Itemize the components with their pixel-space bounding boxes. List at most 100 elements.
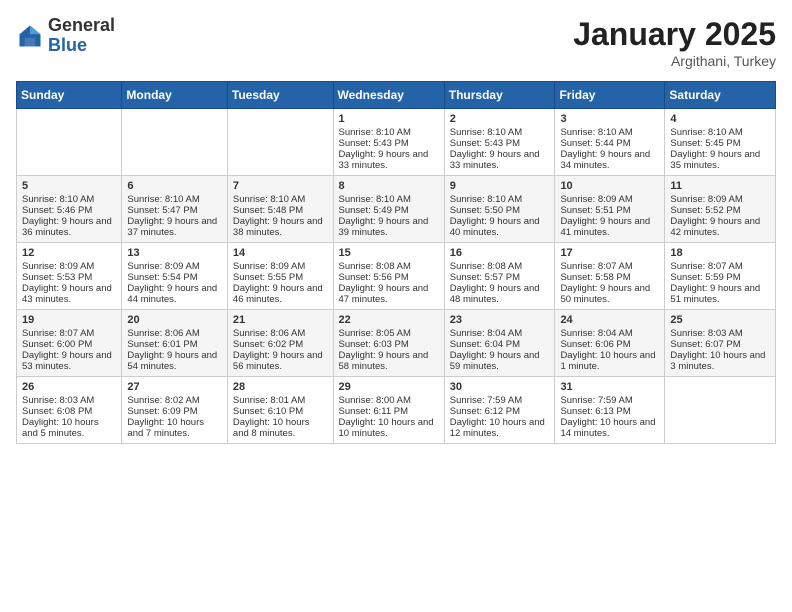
day-content: Sunset: 5:53 PM (22, 272, 116, 283)
day-number: 17 (560, 247, 659, 259)
day-content: Sunset: 6:02 PM (233, 339, 328, 350)
table-row: 27Sunrise: 8:02 AMSunset: 6:09 PMDayligh… (122, 377, 228, 444)
day-number: 25 (670, 314, 770, 326)
day-content: Sunrise: 8:09 AM (670, 194, 770, 205)
day-content: Sunrise: 8:10 AM (450, 127, 550, 138)
day-content: Sunset: 5:56 PM (339, 272, 439, 283)
day-content: Daylight: 9 hours and 42 minutes. (670, 216, 770, 238)
calendar-header-row: Sunday Monday Tuesday Wednesday Thursday… (17, 82, 776, 109)
day-number: 4 (670, 113, 770, 125)
table-row (665, 377, 776, 444)
day-content: Sunset: 5:52 PM (670, 205, 770, 216)
title-block: January 2025 Argithani, Turkey (573, 16, 776, 69)
week-row-5: 26Sunrise: 8:03 AMSunset: 6:08 PMDayligh… (17, 377, 776, 444)
day-content: Daylight: 9 hours and 44 minutes. (127, 283, 222, 305)
table-row: 16Sunrise: 8:08 AMSunset: 5:57 PMDayligh… (444, 243, 555, 310)
calendar-subtitle: Argithani, Turkey (573, 53, 776, 69)
day-content: Sunrise: 7:59 AM (560, 395, 659, 406)
day-content: Daylight: 9 hours and 59 minutes. (450, 350, 550, 372)
table-row: 2 Sunrise: 8:10 AMSunset: 5:43 PMDaylight… (444, 109, 555, 176)
day-number: 24 (560, 314, 659, 326)
day-content: Daylight: 9 hours and 33 minutes. (450, 149, 550, 171)
col-header-monday: Monday (122, 82, 228, 109)
day-content: Sunrise: 8:02 AM (127, 395, 222, 406)
day-content: Daylight: 9 hours and 40 minutes. (450, 216, 550, 238)
day-content: Sunrise: 8:09 AM (127, 261, 222, 272)
day-content: Daylight: 10 hours and 5 minutes. (22, 417, 116, 439)
day-content: Sunrise: 8:10 AM (450, 194, 550, 205)
table-row: 17Sunrise: 8:07 AMSunset: 5:58 PMDayligh… (555, 243, 665, 310)
table-row (227, 109, 333, 176)
day-content: Daylight: 9 hours and 48 minutes. (450, 283, 550, 305)
day-content: Sunset: 6:12 PM (450, 406, 550, 417)
logo-text: General Blue (48, 16, 115, 56)
day-number: 9 (450, 180, 550, 192)
day-number: 7 (233, 180, 328, 192)
day-content: Sunrise: 8:07 AM (22, 328, 116, 339)
day-content: Sunrise: 8:10 AM (339, 127, 439, 138)
day-number: 29 (339, 381, 439, 393)
table-row (122, 109, 228, 176)
day-number: 1 (339, 113, 439, 125)
day-content: Sunset: 6:06 PM (560, 339, 659, 350)
day-content: Sunrise: 8:10 AM (233, 194, 328, 205)
day-content: Daylight: 9 hours and 46 minutes. (233, 283, 328, 305)
day-content: Sunset: 6:00 PM (22, 339, 116, 350)
day-content: Daylight: 9 hours and 58 minutes. (339, 350, 439, 372)
day-content: Sunset: 5:49 PM (339, 205, 439, 216)
day-content: Daylight: 10 hours and 10 minutes. (339, 417, 439, 439)
day-content: Daylight: 9 hours and 33 minutes. (339, 149, 439, 171)
table-row (17, 109, 122, 176)
day-content: Daylight: 9 hours and 50 minutes. (560, 283, 659, 305)
table-row: 19Sunrise: 8:07 AMSunset: 6:00 PMDayligh… (17, 310, 122, 377)
logo: General Blue (16, 16, 115, 56)
calendar-title: January 2025 (573, 16, 776, 53)
day-content: Daylight: 10 hours and 1 minute. (560, 350, 659, 372)
day-content: Daylight: 9 hours and 41 minutes. (560, 216, 659, 238)
day-number: 20 (127, 314, 222, 326)
day-number: 18 (670, 247, 770, 259)
day-content: Daylight: 10 hours and 3 minutes. (670, 350, 770, 372)
day-content: Sunset: 6:13 PM (560, 406, 659, 417)
day-number: 30 (450, 381, 550, 393)
day-content: Daylight: 10 hours and 14 minutes. (560, 417, 659, 439)
day-content: Sunrise: 8:08 AM (450, 261, 550, 272)
day-number: 2 (450, 113, 550, 125)
day-number: 21 (233, 314, 328, 326)
day-content: Sunrise: 8:10 AM (22, 194, 116, 205)
col-header-tuesday: Tuesday (227, 82, 333, 109)
day-content: Sunset: 6:03 PM (339, 339, 439, 350)
day-content: Sunrise: 8:01 AM (233, 395, 328, 406)
day-content: Sunset: 5:57 PM (450, 272, 550, 283)
day-content: Sunrise: 8:09 AM (560, 194, 659, 205)
table-row: 22Sunrise: 8:05 AMSunset: 6:03 PMDayligh… (333, 310, 444, 377)
day-content: Sunrise: 8:10 AM (127, 194, 222, 205)
day-content: Sunset: 6:04 PM (450, 339, 550, 350)
day-content: Sunrise: 7:59 AM (450, 395, 550, 406)
day-content: Sunset: 6:11 PM (339, 406, 439, 417)
col-header-saturday: Saturday (665, 82, 776, 109)
day-content: Sunrise: 8:04 AM (450, 328, 550, 339)
day-content: Sunrise: 8:06 AM (233, 328, 328, 339)
day-number: 10 (560, 180, 659, 192)
col-header-sunday: Sunday (17, 82, 122, 109)
table-row: 9Sunrise: 8:10 AMSunset: 5:50 PMDaylight… (444, 176, 555, 243)
table-row: 5Sunrise: 8:10 AMSunset: 5:46 PMDaylight… (17, 176, 122, 243)
day-content: Daylight: 10 hours and 8 minutes. (233, 417, 328, 439)
logo-icon (16, 22, 44, 50)
day-content: Sunrise: 8:10 AM (560, 127, 659, 138)
day-content: Sunset: 5:59 PM (670, 272, 770, 283)
day-content: Sunset: 5:43 PM (450, 138, 550, 149)
day-number: 27 (127, 381, 222, 393)
day-number: 22 (339, 314, 439, 326)
day-content: Sunrise: 8:04 AM (560, 328, 659, 339)
day-number: 8 (339, 180, 439, 192)
day-number: 26 (22, 381, 116, 393)
day-content: Sunrise: 8:03 AM (670, 328, 770, 339)
table-row: 23Sunrise: 8:04 AMSunset: 6:04 PMDayligh… (444, 310, 555, 377)
day-content: Daylight: 9 hours and 51 minutes. (670, 283, 770, 305)
day-content: Sunrise: 8:09 AM (22, 261, 116, 272)
table-row: 15Sunrise: 8:08 AMSunset: 5:56 PMDayligh… (333, 243, 444, 310)
table-row: 4Sunrise: 8:10 AMSunset: 5:45 PMDaylight… (665, 109, 776, 176)
day-content: Sunrise: 8:10 AM (339, 194, 439, 205)
